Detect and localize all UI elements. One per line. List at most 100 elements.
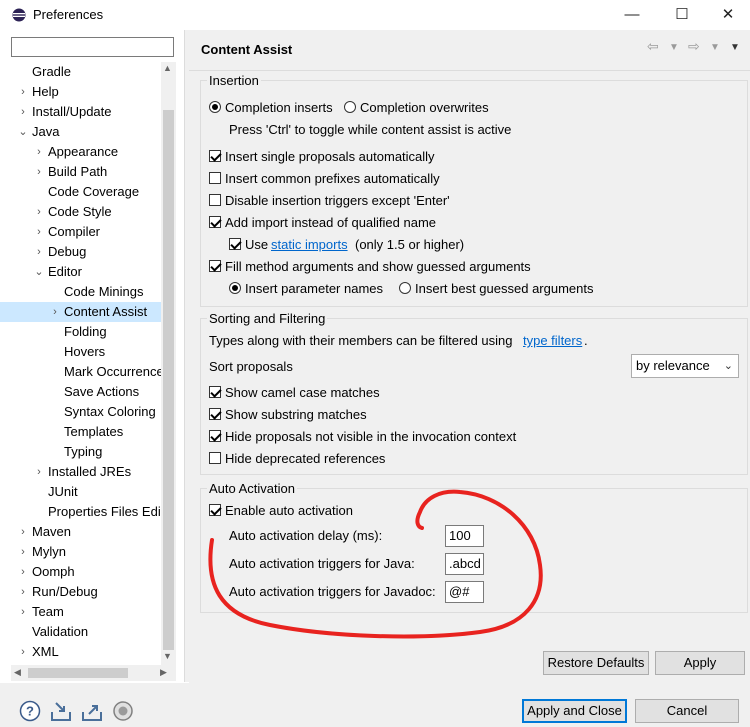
tree-item[interactable]: Save Actions xyxy=(0,382,161,402)
add-import-checkbox[interactable] xyxy=(209,216,221,228)
type-filters-link[interactable]: type filters xyxy=(523,333,582,348)
chevron-down-icon[interactable]: ⌄ xyxy=(17,122,29,142)
tree-item[interactable]: › Mylyn xyxy=(0,542,161,562)
insert-single-checkbox[interactable] xyxy=(209,150,221,162)
tree-item-label: Code Minings xyxy=(64,284,144,299)
tree-item[interactable]: › Debug xyxy=(0,242,161,262)
tree-item[interactable]: Code Coverage xyxy=(0,182,161,202)
tree-item[interactable]: › Maven xyxy=(0,522,161,542)
scroll-down-icon[interactable]: ▼ xyxy=(163,651,172,661)
forward-arrow-icon[interactable]: ⇨ xyxy=(688,38,700,55)
insertion-group-title: Insertion xyxy=(207,73,261,88)
chevron-right-icon[interactable]: › xyxy=(33,162,45,182)
chevron-right-icon[interactable]: › xyxy=(17,82,29,102)
minimize-button[interactable]: — xyxy=(612,3,652,27)
back-arrow-icon[interactable]: ⇦ xyxy=(647,38,659,55)
tree-item[interactable]: › Appearance xyxy=(0,142,161,162)
static-imports-link[interactable]: static imports xyxy=(271,237,348,252)
tree-item-label: Mark Occurrence xyxy=(64,364,164,379)
tree-item[interactable]: ⌄ Editor xyxy=(0,262,161,282)
tree-item[interactable]: › Install/Update xyxy=(0,102,161,122)
scroll-up-icon[interactable]: ▲ xyxy=(163,63,172,73)
hide-not-visible-checkbox[interactable] xyxy=(209,430,221,442)
import-icon[interactable] xyxy=(50,700,72,722)
tree-item[interactable]: Hovers xyxy=(0,342,161,362)
tree-item[interactable]: Templates xyxy=(0,422,161,442)
tree-item[interactable]: Folding xyxy=(0,322,161,342)
tree-item-label: Install/Update xyxy=(32,104,112,119)
tree-item[interactable]: Code Minings xyxy=(0,282,161,302)
cancel-button[interactable]: Cancel xyxy=(635,699,739,723)
tree-item[interactable]: Mark Occurrence xyxy=(0,362,164,382)
disable-triggers-checkbox[interactable] xyxy=(209,194,221,206)
oomph-record-icon[interactable] xyxy=(112,700,134,722)
javadoc-triggers-input[interactable]: @# xyxy=(445,581,484,603)
auto-activation-group-title: Auto Activation xyxy=(207,481,297,496)
tree-item[interactable]: › Compiler xyxy=(0,222,161,242)
export-icon[interactable] xyxy=(81,700,103,722)
tree-item[interactable]: Syntax Coloring xyxy=(0,402,161,422)
tree-item[interactable]: › Code Style xyxy=(0,202,161,222)
tree-horizontal-scroll-thumb[interactable] xyxy=(28,668,128,678)
chevron-right-icon[interactable]: › xyxy=(17,602,29,622)
completion-overwrites-radio[interactable] xyxy=(344,101,356,113)
completion-inserts-radio[interactable] xyxy=(209,101,221,113)
maximize-button[interactable]: ☐ xyxy=(662,3,702,27)
sort-proposals-select[interactable]: by relevance ⌄ xyxy=(631,354,739,378)
hide-deprecated-checkbox[interactable] xyxy=(209,452,221,464)
chevron-right-icon[interactable]: › xyxy=(17,542,29,562)
tree-item[interactable]: Properties Files Edi xyxy=(0,502,161,522)
chevron-right-icon[interactable]: › xyxy=(33,242,45,262)
substring-checkbox[interactable] xyxy=(209,408,221,420)
chevron-right-icon[interactable]: › xyxy=(33,142,45,162)
chevron-right-icon[interactable]: › xyxy=(33,462,45,482)
tree-item[interactable]: › Content Assist xyxy=(0,302,161,322)
auto-delay-input[interactable]: 100 xyxy=(445,525,484,547)
chevron-right-icon[interactable]: › xyxy=(17,522,29,542)
tree-item[interactable]: › Team xyxy=(0,602,161,622)
use-static-imports-checkbox[interactable] xyxy=(229,238,241,250)
filter-input[interactable] xyxy=(11,37,174,57)
chevron-right-icon[interactable]: › xyxy=(33,202,45,222)
type-filters-period: . xyxy=(584,333,588,348)
fill-arguments-checkbox[interactable] xyxy=(209,260,221,272)
insert-parameter-names-radio[interactable] xyxy=(229,282,241,294)
help-icon[interactable]: ? xyxy=(19,700,41,722)
apply-and-close-button[interactable]: Apply and Close xyxy=(522,699,627,723)
back-menu-chevron-icon[interactable]: ▼ xyxy=(669,42,679,53)
chevron-down-icon[interactable]: ⌄ xyxy=(33,262,45,282)
tree-item[interactable]: Gradle xyxy=(0,62,161,82)
window-title: Preferences xyxy=(33,7,104,22)
view-menu-icon[interactable]: ▼ xyxy=(730,42,740,53)
restore-defaults-button[interactable]: Restore Defaults xyxy=(543,651,649,675)
chevron-right-icon[interactable]: › xyxy=(17,642,29,662)
tree-item[interactable]: › XML xyxy=(0,642,161,662)
chevron-right-icon[interactable]: › xyxy=(17,582,29,602)
insert-best-guessed-radio[interactable] xyxy=(399,282,411,294)
insert-common-checkbox[interactable] xyxy=(209,172,221,184)
close-button[interactable]: ✕ xyxy=(708,3,748,27)
tree-item[interactable]: › Run/Debug xyxy=(0,582,161,602)
tree-vertical-scroll-thumb[interactable] xyxy=(163,110,174,650)
tree-item-label: Properties Files Edi xyxy=(48,504,161,519)
chevron-right-icon[interactable]: › xyxy=(17,562,29,582)
camel-case-checkbox[interactable] xyxy=(209,386,221,398)
chevron-right-icon[interactable]: › xyxy=(17,102,29,122)
tree-item[interactable]: Validation xyxy=(0,622,161,642)
tree-item[interactable]: › Oomph xyxy=(0,562,161,582)
tree-item[interactable]: › Installed JREs xyxy=(0,462,161,482)
chevron-right-icon[interactable]: › xyxy=(33,222,45,242)
enable-auto-activation-checkbox[interactable] xyxy=(209,504,221,516)
tree-item[interactable]: › Build Path xyxy=(0,162,161,182)
forward-menu-chevron-icon[interactable]: ▼ xyxy=(710,42,720,53)
apply-button[interactable]: Apply xyxy=(655,651,745,675)
tree-item[interactable]: › Help xyxy=(0,82,161,102)
chevron-right-icon[interactable]: › xyxy=(49,302,61,322)
insert-single-label: Insert single proposals automatically xyxy=(225,149,435,164)
java-triggers-input[interactable]: .abcd xyxy=(445,553,484,575)
scroll-right-icon[interactable]: ▶ xyxy=(160,667,167,678)
tree-item[interactable]: JUnit xyxy=(0,482,161,502)
scroll-left-icon[interactable]: ◀ xyxy=(14,667,21,678)
tree-item[interactable]: Typing xyxy=(0,442,161,462)
tree-item[interactable]: ⌄ Java xyxy=(0,122,161,142)
